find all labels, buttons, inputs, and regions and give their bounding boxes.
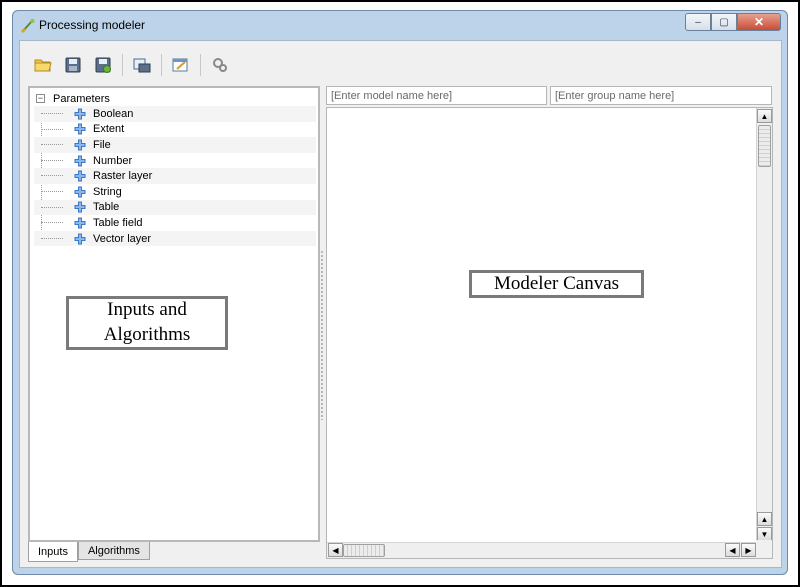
tree-item-label: File bbox=[93, 138, 111, 151]
window-title: Processing modeler bbox=[39, 18, 146, 32]
minimize-button[interactable]: – bbox=[685, 13, 711, 31]
collapse-icon[interactable]: − bbox=[36, 94, 45, 103]
run-model-button[interactable] bbox=[207, 52, 233, 78]
tree-connector bbox=[41, 113, 63, 114]
group-name-input[interactable] bbox=[550, 86, 772, 105]
tree-item-boolean[interactable]: Boolean bbox=[34, 106, 316, 122]
app-icon bbox=[20, 19, 35, 34]
model-name-input[interactable] bbox=[326, 86, 547, 105]
callout-left-line1: Inputs and bbox=[107, 299, 187, 321]
edit-help-icon bbox=[172, 58, 188, 72]
tree-connector bbox=[41, 237, 63, 239]
scroll-up-button[interactable]: ▲ bbox=[757, 109, 772, 123]
tree-item-label: String bbox=[93, 185, 122, 198]
panel-splitter[interactable] bbox=[320, 250, 324, 420]
tab-inputs[interactable]: Inputs bbox=[28, 542, 78, 562]
callout-modeler-canvas: Modeler Canvas bbox=[469, 270, 644, 298]
add-parameter-icon bbox=[74, 170, 86, 182]
save-as-icon bbox=[95, 57, 111, 73]
callout-inputs-algorithms: Inputs and Algorithms bbox=[66, 296, 228, 350]
scroll-corner bbox=[756, 540, 772, 558]
tree-item-table-field[interactable]: Table field bbox=[34, 215, 316, 231]
save-as-button[interactable] bbox=[90, 52, 116, 78]
tree-connector bbox=[41, 175, 63, 177]
tree-connector bbox=[41, 144, 63, 146]
scroll-left-button[interactable]: ◀ bbox=[328, 543, 343, 557]
tree-connector bbox=[41, 222, 63, 224]
save-button[interactable] bbox=[60, 52, 86, 78]
toolbar bbox=[30, 51, 237, 79]
run-model-icon bbox=[213, 58, 227, 72]
toolbar-separator bbox=[161, 54, 162, 76]
add-parameter-icon bbox=[74, 108, 86, 120]
tree-item-label: Number bbox=[93, 154, 133, 167]
tree-connector bbox=[41, 128, 63, 130]
scroll-up-button-lower[interactable]: ▲ bbox=[757, 512, 772, 526]
tree-item-label: Boolean bbox=[93, 107, 134, 120]
horizontal-scrollbar[interactable]: ◀ ◀ ▶ bbox=[327, 542, 758, 558]
tree-items: Boolean Extent File Number Raster layer Strin… bbox=[34, 106, 316, 247]
title-bar[interactable]: Processing modeler – ▢ ✕ bbox=[13, 11, 787, 41]
open-model-button[interactable] bbox=[30, 52, 56, 78]
tree-item-label: Raster layer bbox=[93, 170, 153, 183]
vertical-scroll-thumb[interactable] bbox=[758, 125, 771, 167]
tree-item-label: Table field bbox=[93, 216, 143, 229]
close-button[interactable]: ✕ bbox=[737, 13, 781, 31]
tree-item-table[interactable]: Table bbox=[34, 199, 316, 216]
add-parameter-icon bbox=[74, 217, 86, 229]
parameters-tree: − Parameters Boolean Extent File Number Rast… bbox=[34, 91, 316, 247]
tree-item-file[interactable]: File bbox=[34, 137, 316, 153]
callout-left-line2: Algorithms bbox=[103, 324, 191, 345]
add-parameter-icon bbox=[74, 201, 86, 213]
maximize-button[interactable]: ▢ bbox=[711, 13, 737, 31]
toolbar-separator bbox=[122, 54, 123, 76]
tree-root-label: Parameters bbox=[53, 92, 110, 105]
tree-item-label: Vector layer bbox=[93, 232, 152, 245]
add-parameter-icon bbox=[74, 186, 86, 198]
open-folder-icon bbox=[34, 59, 52, 72]
tab-algorithms[interactable]: Algorithms bbox=[77, 542, 150, 560]
tree-item-raster-layer[interactable]: Raster layer bbox=[34, 168, 316, 184]
tree-connector bbox=[41, 206, 63, 208]
scroll-down-button[interactable]: ▼ bbox=[757, 527, 772, 541]
save-icon bbox=[65, 57, 81, 73]
add-parameter-icon bbox=[74, 139, 86, 151]
add-parameter-icon bbox=[74, 233, 86, 245]
tree-item-number[interactable]: Number bbox=[34, 153, 316, 169]
modeler-canvas[interactable]: ▲ ▲ ▼ ◀ ◀ ▶ bbox=[326, 107, 773, 559]
vertical-scrollbar[interactable]: ▲ ▲ ▼ bbox=[756, 108, 772, 541]
tree-connector bbox=[41, 159, 63, 161]
toolbar-separator bbox=[200, 54, 201, 76]
tree-root-parameters[interactable]: − Parameters bbox=[34, 91, 316, 106]
add-parameter-icon bbox=[74, 123, 86, 135]
tree-connector bbox=[41, 190, 63, 192]
scroll-right-button[interactable]: ▶ bbox=[741, 543, 756, 557]
tree-item-extent[interactable]: Extent bbox=[34, 122, 316, 138]
export-image-button[interactable] bbox=[129, 52, 155, 78]
window-controls: – ▢ ✕ bbox=[685, 13, 781, 31]
export-image-icon bbox=[133, 58, 151, 73]
edit-help-button[interactable] bbox=[168, 52, 194, 78]
add-parameter-icon bbox=[74, 155, 86, 167]
tree-item-string[interactable]: String bbox=[34, 184, 316, 200]
horizontal-scroll-thumb[interactable] bbox=[343, 544, 385, 557]
tree-item-label: Extent bbox=[93, 123, 125, 136]
tree-item-label: Table bbox=[93, 201, 120, 214]
panel-tabs: Inputs Algorithms bbox=[28, 542, 150, 562]
scroll-left-button-right[interactable]: ◀ bbox=[725, 543, 740, 557]
tree-item-vector-layer[interactable]: Vector layer bbox=[34, 230, 316, 247]
